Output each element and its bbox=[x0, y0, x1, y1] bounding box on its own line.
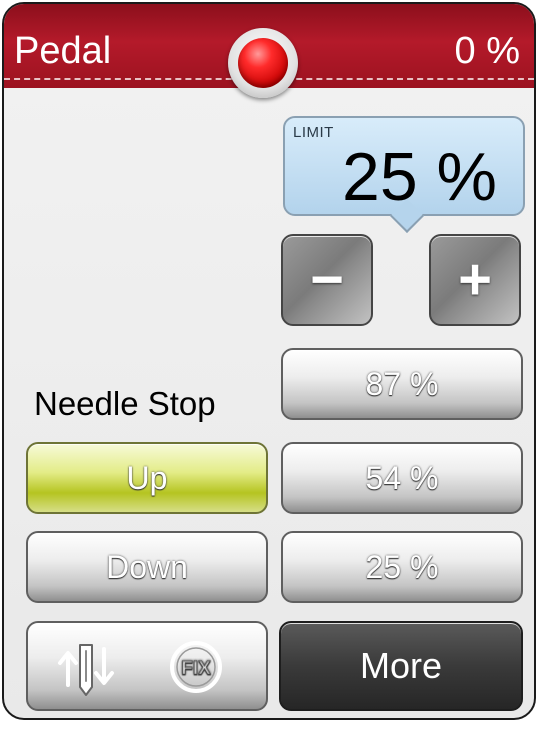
more-button[interactable]: More bbox=[279, 621, 523, 711]
needle-fix-graphic: FIX bbox=[58, 641, 222, 696]
plus-icon: + bbox=[458, 247, 492, 312]
more-label: More bbox=[359, 645, 443, 686]
preset-label: 25 % bbox=[365, 549, 439, 585]
limit-label: LIMIT bbox=[293, 124, 334, 141]
needle-down-button[interactable]: Down bbox=[26, 531, 268, 603]
pedal-percent: 0 % bbox=[454, 30, 520, 72]
limit-display: LIMIT 25 % bbox=[283, 116, 525, 216]
increase-limit-button[interactable]: + bbox=[429, 234, 521, 326]
needle-up-down-icon bbox=[58, 644, 114, 696]
preset-87-button[interactable]: 87 % bbox=[281, 348, 523, 420]
needle-fix-button[interactable]: FIX bbox=[26, 621, 268, 711]
preset-label: 54 % bbox=[365, 460, 439, 496]
fix-icon: FIX bbox=[170, 641, 222, 693]
decrease-limit-button[interactable]: − bbox=[281, 234, 373, 326]
needle-up-label: Up bbox=[126, 460, 168, 496]
header-title: Pedal bbox=[14, 30, 112, 72]
preset-label: 87 % bbox=[365, 366, 439, 402]
preset-54-button[interactable]: 54 % bbox=[281, 442, 523, 514]
pedal-panel: Pedal 0 % LIMIT 25 % − + Needle Stop 87 … bbox=[2, 2, 536, 720]
status-led bbox=[238, 38, 288, 88]
status-indicator-icon bbox=[228, 28, 298, 98]
preset-25-button[interactable]: 25 % bbox=[281, 531, 523, 603]
limit-value: 25 % bbox=[342, 139, 497, 215]
needle-down-label: Down bbox=[106, 549, 188, 585]
fix-text: FIX bbox=[181, 658, 211, 679]
needle-stop-label: Needle Stop bbox=[34, 385, 216, 422]
minus-icon: − bbox=[310, 247, 344, 312]
needle-up-button[interactable]: Up bbox=[26, 442, 268, 514]
